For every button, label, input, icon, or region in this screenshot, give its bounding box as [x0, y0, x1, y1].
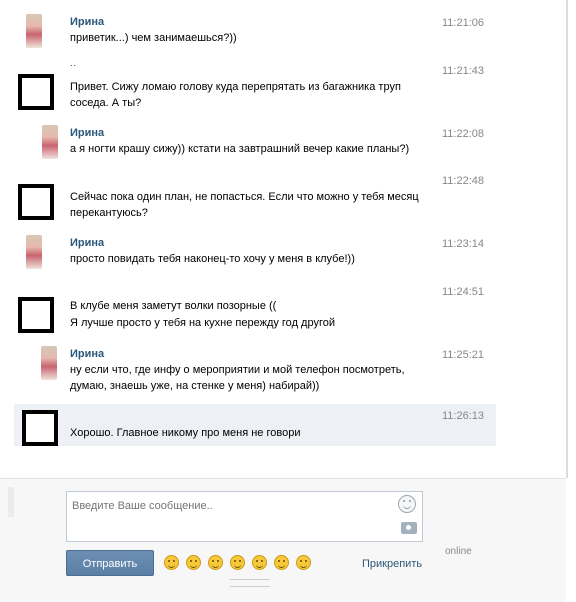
- send-button[interactable]: Отправить: [66, 550, 154, 576]
- worried-emoji-icon[interactable]: [208, 555, 223, 570]
- author-name[interactable]: Ирина: [70, 237, 104, 249]
- message-input-box[interactable]: [66, 491, 423, 542]
- message-text: просто повидать тебя наконец-то хочу у м…: [70, 253, 355, 265]
- message-text: а я ногти крашу сижу)) кстати на завтраш…: [70, 143, 410, 155]
- scrollbar[interactable]: [566, 0, 568, 478]
- author-name[interactable]: Ирина: [70, 127, 104, 139]
- message-text: Сейчас пока один план, не попасться. Есл…: [70, 191, 419, 203]
- timestamp: 11:24:51: [441, 286, 484, 298]
- avatar[interactable]: [42, 125, 58, 159]
- author-name[interactable]: Ирина: [70, 348, 104, 360]
- message: В клубе меня заметут волки позорные (( Я…: [14, 280, 496, 338]
- timestamp: 11:22:48: [441, 175, 484, 187]
- laugh-emoji-icon[interactable]: [296, 555, 311, 570]
- timestamp: 11:21:43: [441, 65, 484, 77]
- timestamp: 11:23:14: [441, 238, 484, 250]
- message-text: Хорошо. Главное никому про меня не говор…: [70, 427, 301, 439]
- message-text: соседа. А ты?: [70, 97, 142, 109]
- avatar[interactable]: [26, 235, 42, 269]
- resize-handle[interactable]: [230, 579, 270, 587]
- message-text: приветик...) чем занимаешься?)): [70, 32, 237, 44]
- grin-emoji-icon[interactable]: [164, 555, 179, 570]
- timestamp: 11:25:21: [441, 349, 484, 361]
- timestamp: 11:21:06: [441, 17, 484, 29]
- message: Ирина приветик...) чем занимаешься?)) 11…: [14, 10, 496, 50]
- message: Ирина просто повидать тебя наконец-то хо…: [14, 231, 496, 271]
- typing-dots: ..: [70, 58, 78, 68]
- author-name[interactable]: Ирина: [70, 16, 104, 28]
- avatar[interactable]: [18, 184, 54, 220]
- avatar[interactable]: [26, 14, 42, 48]
- timestamp: 11:22:08: [441, 128, 484, 140]
- message-text: думаю, знаешь уже, на стенке у меня) наб…: [70, 380, 320, 392]
- message-history: Ирина приветик...) чем занимаешься?)) 11…: [0, 0, 566, 478]
- message-text: Привет. Сижу ломаю голову куда перепрята…: [70, 81, 401, 93]
- message-text: В клубе меня заметут волки позорные ((: [70, 300, 277, 312]
- wink-emoji-icon[interactable]: [230, 555, 245, 570]
- smile-emoji-icon[interactable]: [186, 555, 201, 570]
- scroll-track: [8, 487, 14, 517]
- message-text: перекантуюсь?: [70, 207, 148, 219]
- smile-icon[interactable]: [398, 495, 416, 513]
- angry-emoji-icon[interactable]: [274, 555, 289, 570]
- online-status: online: [445, 546, 472, 557]
- avatar[interactable]: [22, 410, 58, 446]
- avatar[interactable]: [18, 74, 54, 110]
- avatar[interactable]: [18, 297, 54, 333]
- message-text: ну если что, где инфу о мероприятии и мо…: [70, 364, 405, 376]
- message-input[interactable]: [72, 496, 372, 516]
- avatar[interactable]: [41, 346, 57, 380]
- camera-icon[interactable]: [401, 522, 417, 534]
- message: Хорошо. Главное никому про меня не говор…: [14, 404, 496, 446]
- message-text: Я лучше просто у тебя на кухне пережду г…: [70, 317, 335, 329]
- compose-area: Отправить Прикрепить online: [0, 478, 566, 602]
- timestamp: 11:26:13: [441, 410, 484, 422]
- message: Ирина ну если что, где инфу о мероприяти…: [14, 342, 496, 397]
- attach-link[interactable]: Прикрепить: [362, 558, 422, 570]
- message: Ирина а я ногти крашу сижу)) кстати на з…: [14, 121, 496, 161]
- angel-emoji-icon[interactable]: [252, 555, 267, 570]
- message: Сейчас пока один план, не попасться. Есл…: [14, 170, 496, 225]
- message: .. Привет. Сижу ломаю голову куда перепр…: [14, 58, 496, 113]
